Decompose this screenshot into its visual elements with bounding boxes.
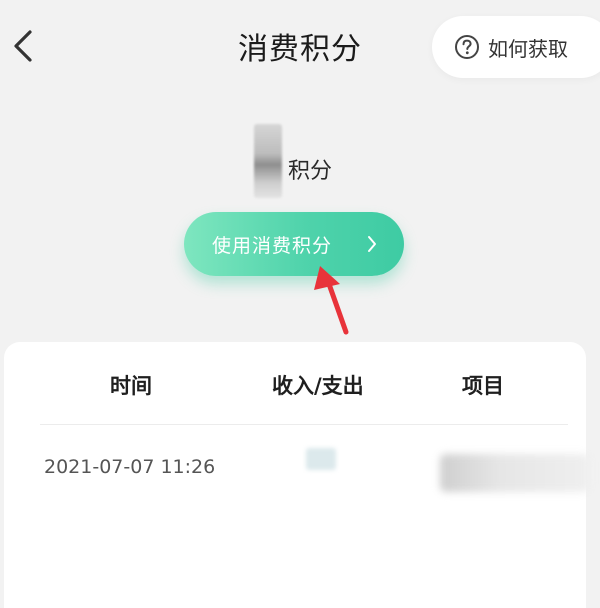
record-amount-obscured (306, 448, 336, 470)
chevron-right-icon (368, 236, 376, 252)
how-to-earn-label: 如何获取 (488, 36, 568, 61)
how-to-earn-button[interactable]: 如何获取 (432, 16, 600, 78)
points-unit-label: 积分 (288, 159, 333, 184)
header-divider (40, 424, 568, 425)
column-header-time: 时间 (110, 374, 152, 398)
column-header-amount: 收入/支出 (272, 374, 364, 398)
use-points-label: 使用消费积分 (212, 234, 333, 257)
points-page: 消费积分 如何获取 积分 使用消费积分 时间 收入/支出 项目 2021-07-… (0, 0, 600, 608)
question-circle-icon (454, 34, 480, 60)
annotation-arrow-icon (314, 266, 349, 335)
record-item-obscured (440, 454, 590, 492)
record-time: 2021-07-07 11:26 (44, 456, 216, 478)
use-points-button[interactable]: 使用消费积分 (184, 212, 404, 276)
column-header-item: 项目 (462, 374, 504, 398)
points-value-obscured (254, 124, 282, 198)
